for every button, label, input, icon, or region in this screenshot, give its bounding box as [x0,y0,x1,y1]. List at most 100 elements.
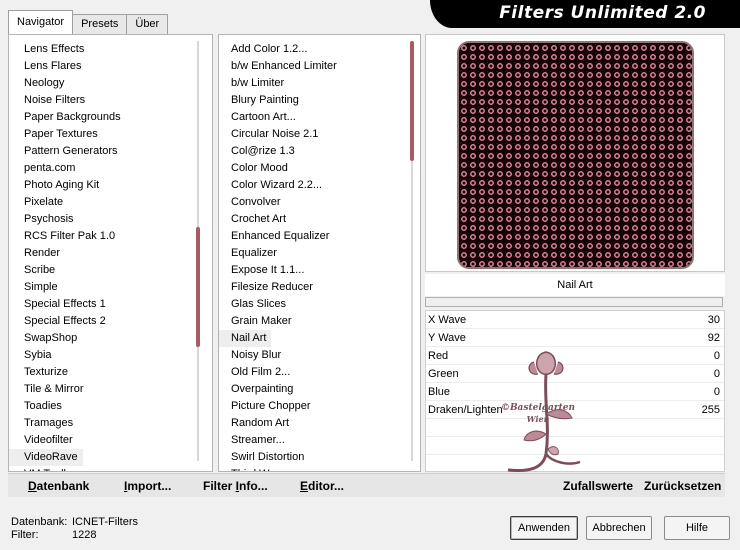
filter-item[interactable]: Color Mood [219,160,288,177]
category-item[interactable]: Sybia [9,347,52,364]
filter-item[interactable]: Cartoon Art... [219,109,296,126]
filter-item[interactable]: Streamer... [219,432,285,449]
import-button[interactable]: Import... [124,479,171,493]
filter-item[interactable]: b/w Limiter [219,75,284,92]
filter-item[interactable]: Circular Noise 2.1 [219,126,318,143]
category-item[interactable]: Paper Textures [9,126,98,143]
category-item[interactable]: RCS Filter Pak 1.0 [9,228,115,245]
filter-item[interactable]: Noisy Blur [219,347,281,364]
app-title: Filters Unlimited 2.0 [499,3,706,23]
category-item[interactable]: VM Toolbox [9,466,81,471]
param-label: X Wave [428,314,467,326]
filter-item[interactable]: Overpainting [219,381,293,398]
category-item[interactable]: Noise Filters [9,92,85,109]
category-scroll-thumb[interactable] [196,227,200,347]
editor-label: ditor... [308,479,345,493]
param-value[interactable]: 255 [702,401,720,419]
param-label: Red [428,350,449,362]
filter-info-button[interactable]: Filter Info... [203,479,268,493]
filter-item[interactable]: Filesize Reducer [219,279,313,296]
param-value[interactable]: 0 [714,383,720,401]
category-item[interactable]: Tramages [9,415,73,432]
editor-hotkey: E [300,479,309,493]
category-item[interactable]: Simple [9,279,58,296]
filter-item[interactable]: Blury Painting [219,92,299,109]
param-value[interactable]: 92 [708,329,720,347]
selected-filter-name: Nail Art [425,274,725,296]
tab-navigator[interactable]: Navigator [8,10,74,34]
status-filter-label: Filter: [11,529,39,541]
category-item[interactable]: penta.com [9,160,75,177]
category-item[interactable]: Toadies [9,398,62,415]
help-button[interactable]: Hilfe [664,516,730,540]
category-item[interactable]: SwapShop [9,330,77,347]
status-db-label: Datenbank: [11,516,68,528]
category-item[interactable]: Videofilter [9,432,73,449]
watermark-logo: ©Bastelgarten Wien [501,351,581,473]
filter-item[interactable]: Add Color 1.2... [219,41,307,58]
category-item[interactable]: Paper Backgrounds [9,109,121,126]
filter-item[interactable]: Glas Slices [219,296,286,313]
zuruecksetzen-button[interactable]: Zurücksetzen [644,479,721,493]
filter-item[interactable]: Random Art [219,415,289,432]
filter-item[interactable]: Enhanced Equalizer [219,228,329,245]
filter-item[interactable]: Equalizer [219,245,277,262]
datenbank-label: atenbank [36,479,90,493]
category-list[interactable]: Lens Effects Lens Flares Neology Noise Filt… [8,34,213,472]
filter-item[interactable]: Third Wave [219,466,287,471]
tab-presets[interactable]: Presets [72,14,128,34]
filter-item[interactable]: b/w Enhanced Limiter [219,58,337,75]
category-item[interactable]: VideoRave [9,449,83,466]
filter-item[interactable]: Picture Chopper [219,398,311,415]
category-scrollbar[interactable] [194,41,202,461]
apply-button[interactable]: Anwenden [510,516,578,540]
filter-list[interactable]: Add Color 1.2... b/w Enhanced Limiter b/w … [218,34,421,472]
category-item[interactable]: Special Effects 1 [9,296,106,313]
status-filter-value: 1228 [72,529,97,541]
filter-item[interactable]: Expose It 1.1... [219,262,304,279]
filter-item[interactable]: Col@rize 1.3 [219,143,295,160]
tab-strip: Navigator Presets Über [8,8,169,34]
filter-scrollbar[interactable] [408,41,416,461]
cancel-button[interactable]: Abbrechen [586,516,652,540]
filter-item[interactable]: Old Film 2... [219,364,290,381]
filter-item[interactable]: Crochet Art [219,211,286,228]
zufallswerte-button[interactable]: Zufallswerte [563,479,633,493]
category-item[interactable]: Neology [9,75,64,92]
filter-item[interactable]: Grain Maker [219,313,292,330]
filter-item[interactable]: Convolver [219,194,281,211]
import-label: mport... [127,479,172,493]
filter-item[interactable]: Color Wizard 2.2... [219,177,322,194]
preview-image[interactable] [457,41,694,269]
filter-item[interactable]: Swirl Distortion [219,449,304,466]
filter-scroll-thumb[interactable] [410,41,414,161]
param-value[interactable]: 0 [714,365,720,383]
param-value[interactable]: 0 [714,347,720,365]
category-item[interactable]: Pattern Generators [9,143,118,160]
datenbank-hotkey: D [28,479,37,493]
action-bar: Datenbank Import... Filter Info... Edito… [8,473,725,497]
category-item[interactable]: Tile & Mirror [9,381,83,398]
preview-box [425,34,725,272]
param-label: Green [428,368,459,380]
category-item[interactable]: Photo Aging Kit [9,177,99,194]
category-item[interactable]: Special Effects 2 [9,313,106,330]
editor-button[interactable]: Editor... [300,479,344,493]
category-item[interactable]: Render [9,245,60,262]
filter-info-label: nfo... [239,479,268,493]
category-item[interactable]: Scribe [9,262,55,279]
filter-item[interactable]: Nail Art [219,330,272,347]
datenbank-button[interactable]: Datenbank [28,479,89,493]
title-banner: Filters Unlimited 2.0 [430,0,740,28]
param-row[interactable]: X Wave 30 [426,311,724,329]
category-item[interactable]: Psychosis [9,211,74,228]
status-db-value: ICNET-Filters [72,516,138,528]
category-item[interactable]: Lens Effects [9,41,84,58]
filter-info-prefix: Filter [203,479,236,493]
param-value[interactable]: 30 [708,311,720,329]
tab-ueber[interactable]: Über [126,14,169,34]
category-item[interactable]: Pixelate [9,194,63,211]
category-item[interactable]: Lens Flares [9,58,81,75]
progress-bar [425,297,723,307]
category-item[interactable]: Texturize [9,364,68,381]
